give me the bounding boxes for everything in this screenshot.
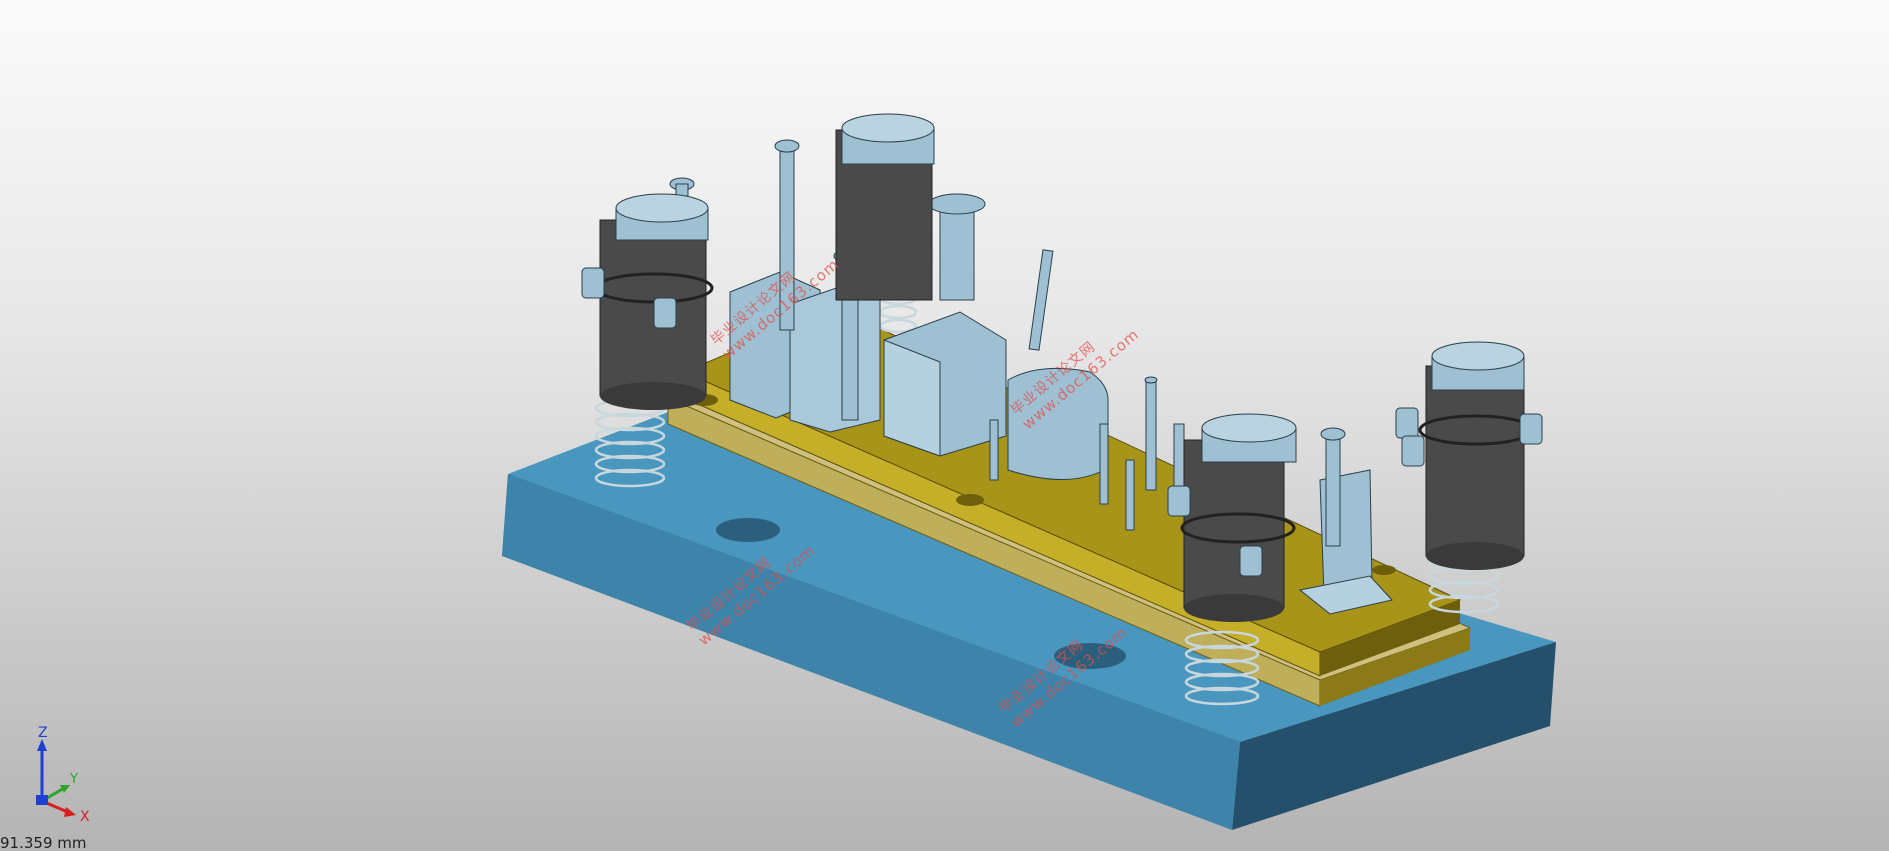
guide-sleeve-front [1180, 413, 1297, 622]
x-axis-label: X [80, 809, 90, 825]
scale-readout: 91.359 mm [0, 834, 87, 852]
z-axis-label: Z [38, 725, 48, 741]
y-axis-label: Y [69, 772, 78, 787]
axis-triad-icon: Z Y X [36, 725, 90, 825]
guide-sleeve-rear [835, 113, 935, 301]
die-assembly-model[interactable] [0, 0, 1889, 851]
guide-sleeve-right [1418, 341, 1534, 570]
base-hole-left [716, 518, 780, 542]
3d-viewport[interactable]: 毕业设计论文网 www.doc163.com 毕业设计论文网 www.doc16… [0, 0, 1889, 852]
